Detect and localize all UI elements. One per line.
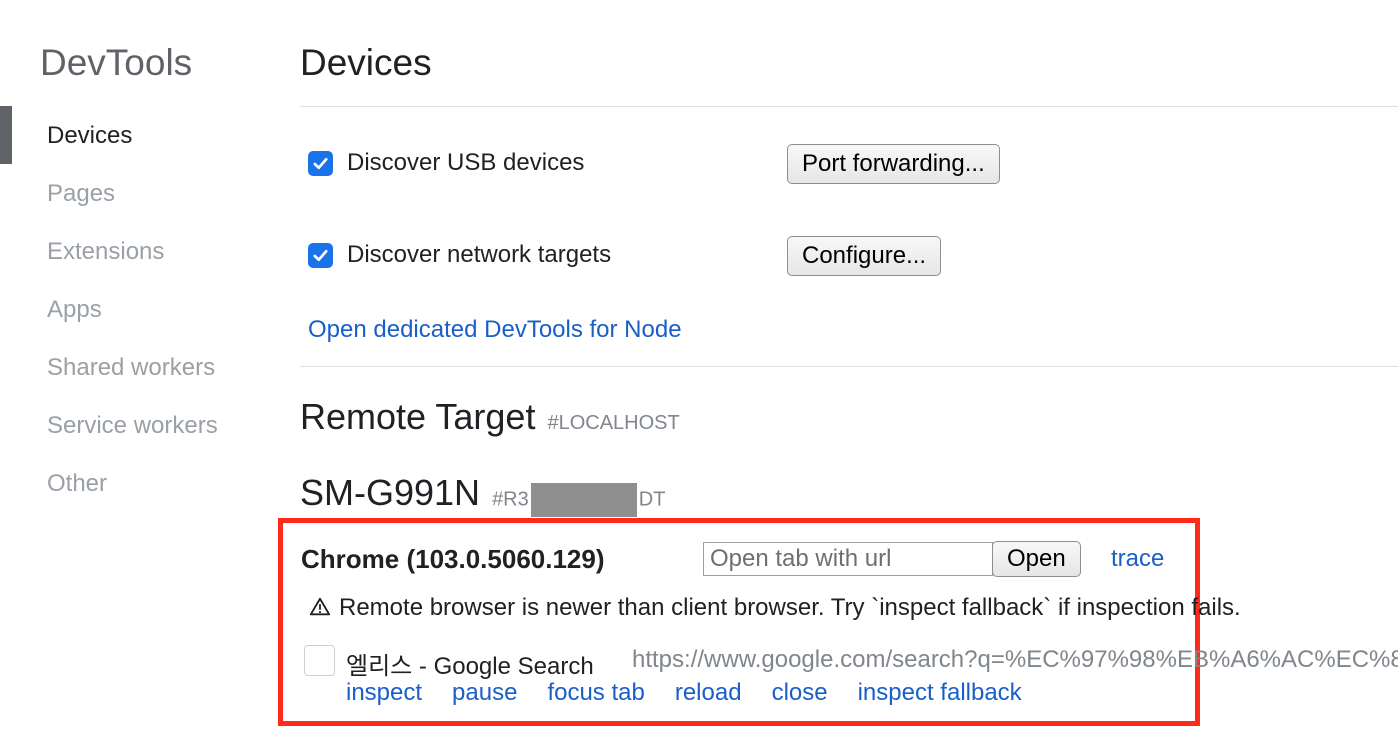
open-tab-url-input[interactable]: [703, 542, 993, 576]
sidebar-item-devices[interactable]: Devices: [47, 122, 132, 150]
focus-tab-link[interactable]: focus tab: [547, 679, 644, 707]
open-button[interactable]: Open: [992, 541, 1081, 577]
close-link[interactable]: close: [772, 679, 828, 707]
warning-text: Remote browser is newer than client brow…: [339, 594, 1241, 621]
version-warning: Remote browser is newer than client brow…: [309, 594, 1241, 622]
discover-usb-label: Discover USB devices: [347, 149, 585, 176]
port-forwarding-button[interactable]: Port forwarding...: [787, 144, 1000, 184]
remote-target-title: Remote Target: [300, 396, 536, 437]
page-actions: inspect pause focus tab reload close ins…: [346, 679, 1052, 707]
device-serial-prefix: #R3: [492, 488, 529, 510]
trace-link[interactable]: trace: [1111, 545, 1164, 573]
sidebar-item-other[interactable]: Other: [47, 470, 107, 498]
redaction-box: [530, 482, 637, 517]
page-title: Devices: [300, 42, 432, 83]
device-serial-suffix: DT: [638, 488, 666, 510]
warning-icon: [309, 597, 331, 616]
page-thumbnail-checkbox[interactable]: [304, 645, 335, 676]
device-serial: #R3 DT: [492, 482, 666, 517]
browser-name: Chrome (103.0.5060.129): [301, 544, 605, 574]
sidebar-item-service-workers[interactable]: Service workers: [47, 412, 218, 440]
checkmark-icon: [313, 249, 328, 261]
divider: [300, 366, 1398, 367]
remote-target-tag: #LOCALHOST: [547, 412, 680, 434]
pause-link[interactable]: pause: [452, 679, 517, 707]
discover-usb-row: Discover USB devices: [308, 148, 584, 178]
inspect-link[interactable]: inspect: [346, 679, 422, 707]
discover-network-row: Discover network targets: [308, 240, 611, 270]
reload-link[interactable]: reload: [675, 679, 742, 707]
configure-button[interactable]: Configure...: [787, 236, 942, 276]
page-title-text: 엘리스 - Google Search: [346, 653, 594, 680]
open-node-devtools-link[interactable]: Open dedicated DevTools for Node: [308, 316, 682, 344]
app-title: DevTools: [40, 42, 193, 83]
remote-target-heading: Remote Target #LOCALHOST: [300, 396, 680, 438]
sidebar-item-extensions[interactable]: Extensions: [47, 238, 164, 266]
checkmark-icon: [313, 157, 328, 169]
sidebar-item-pages[interactable]: Pages: [47, 180, 115, 208]
device-heading: SM-G991N #R3 DT: [300, 472, 665, 517]
discover-usb-checkbox[interactable]: [308, 150, 333, 176]
page-url: https://www.google.com/search?q=%EC%97%9…: [632, 646, 1398, 673]
discover-network-label: Discover network targets: [347, 241, 612, 268]
sidebar-item-shared-workers[interactable]: Shared workers: [47, 354, 215, 382]
divider: [300, 106, 1398, 107]
sidebar-item-apps[interactable]: Apps: [47, 296, 102, 324]
sidebar: DevTools Devices Pages Extensions Apps S…: [0, 0, 270, 742]
discover-network-checkbox[interactable]: [308, 242, 333, 268]
device-name: SM-G991N: [300, 472, 481, 513]
active-nav-indicator: [0, 106, 12, 164]
inspect-fallback-link[interactable]: inspect fallback: [858, 679, 1022, 707]
